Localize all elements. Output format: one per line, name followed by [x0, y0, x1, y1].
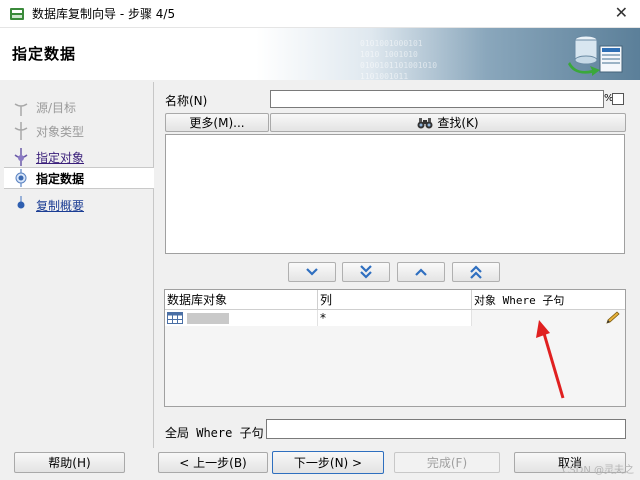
nav-step-source-target: 源/目标 — [4, 96, 154, 118]
step-visited-icon — [12, 148, 30, 166]
close-icon[interactable]: ✕ — [615, 5, 628, 21]
table-icon — [167, 312, 183, 324]
header-banner: 指定数据 0101001000101 1010 1001010 01001011… — [0, 28, 640, 80]
table-row-object-cell[interactable] — [165, 310, 318, 326]
double-chevron-up-icon — [470, 265, 482, 279]
app-icon — [10, 7, 24, 20]
wildcard-checkbox[interactable] — [612, 93, 624, 105]
watermark: CSDN @灵夫之 — [562, 465, 634, 476]
global-where-label: 全局 Where 子句: — [165, 426, 271, 440]
step-connector-icon — [12, 122, 30, 140]
grid-header-where-clause[interactable]: 对象 Where 子句 — [472, 290, 625, 310]
title-bar: 数据库复制向导 - 步骤 4/5 ✕ — [0, 0, 640, 28]
help-button[interactable]: 帮助(H) — [14, 452, 125, 473]
selected-objects-grid[interactable]: 数据库对象 列 对象 Where 子句 * — [164, 289, 626, 407]
table-row-where-cell[interactable] — [472, 310, 625, 326]
available-objects-list[interactable] — [165, 134, 625, 254]
move-all-up-button[interactable] — [452, 262, 500, 282]
chevron-up-icon — [415, 268, 427, 276]
nav-step-specify-data: 指定数据 — [4, 167, 154, 189]
nav-step-copy-summary[interactable]: 复制概要 — [4, 194, 154, 216]
banner-binary-decoration: 0101001000101 1010 1001010 0100101101001… — [360, 39, 438, 80]
move-down-button[interactable] — [288, 262, 336, 282]
step-pending-icon — [12, 196, 30, 214]
grid-header-database-object[interactable]: 数据库对象 — [165, 290, 318, 310]
database-copy-illustration-icon — [568, 35, 623, 76]
window-title: 数据库复制向导 - 步骤 4/5 — [32, 7, 176, 21]
name-filter-input[interactable] — [270, 90, 604, 108]
move-up-button[interactable] — [397, 262, 445, 282]
nav-step-object-type: 对象类型 — [4, 120, 154, 142]
find-button[interactable]: 查找(K) — [270, 113, 626, 132]
more-button[interactable]: 更多(M)... — [165, 113, 269, 132]
wizard-step-nav: 源/目标 对象类型 指定对象 指定数据 复制概要 — [4, 82, 154, 448]
step-connector-icon — [12, 98, 30, 116]
double-chevron-down-icon — [360, 265, 372, 279]
binoculars-icon — [417, 117, 433, 128]
finish-button: 完成(F) — [394, 452, 500, 473]
back-button[interactable]: < 上一步(B) — [158, 452, 268, 473]
next-button[interactable]: 下一步(N) > — [272, 451, 384, 474]
name-label: 名称(N) — [165, 94, 208, 108]
move-all-down-button[interactable] — [342, 262, 390, 282]
global-where-input[interactable] — [266, 419, 626, 439]
grid-header-column[interactable]: 列 — [318, 290, 472, 310]
redacted-object-name — [187, 312, 229, 324]
step-current-icon — [12, 169, 30, 187]
pencil-edit-icon[interactable] — [605, 311, 621, 325]
chevron-down-icon — [306, 268, 318, 276]
page-title: 指定数据 — [12, 45, 77, 63]
table-row-column-cell[interactable]: * — [318, 310, 472, 326]
nav-step-specify-objects[interactable]: 指定对象 — [4, 146, 154, 168]
